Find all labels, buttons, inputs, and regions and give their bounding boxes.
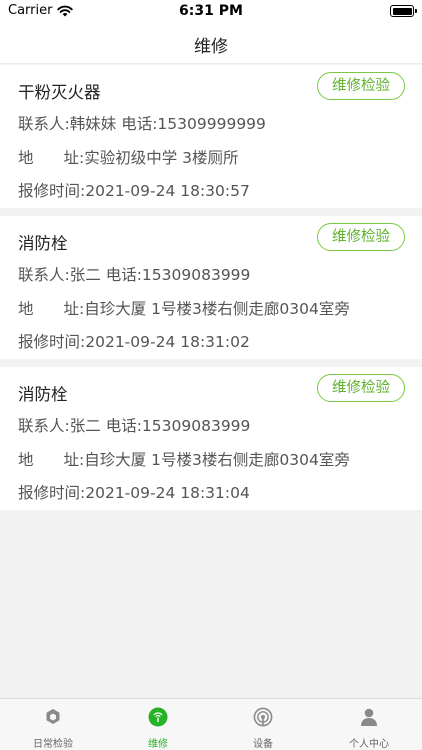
contact-label: 联系人: <box>18 115 70 133</box>
repair-inspect-button[interactable]: 维修检验 <box>317 223 405 251</box>
report-time-label: 报修时间: <box>18 182 86 200</box>
report-time-line: 报修时间:2021-09-24 18:30:57 <box>18 179 250 201</box>
contact-name: 张二 <box>69 266 101 284</box>
address-value: 实验初级中学 3楼厕所 <box>84 149 239 167</box>
nav-bar: 维修 <box>0 22 422 64</box>
page-title: 维修 <box>194 37 228 57</box>
repair-card[interactable]: 消防栓 维修检验 联系人:张二 电话:15309083999 地 址:自珍大厦 1… <box>0 216 422 359</box>
address-label-a: 地 <box>18 149 34 167</box>
repair-inspect-button[interactable]: 维修检验 <box>317 72 405 100</box>
equipment-name: 消防栓 <box>18 234 68 253</box>
report-time-line: 报修时间:2021-09-24 18:31:04 <box>18 481 250 503</box>
shield-hexagon-icon <box>46 709 60 724</box>
repair-card[interactable]: 干粉灭火器 维修检验 联系人:韩妹妹 电话:15309999999 地 址:实验初… <box>0 65 422 208</box>
clock: 6:31 PM <box>179 3 243 19</box>
address-value: 自珍大厦 1号楼3楼右侧走廊0304室旁 <box>84 451 350 469</box>
phone-number: 15309999999 <box>157 115 266 133</box>
phone-label: 电话: <box>121 115 158 133</box>
report-time-line: 报修时间:2021-09-24 18:31:02 <box>18 330 250 352</box>
address-label-b: 址: <box>63 300 85 318</box>
address-line: 地 址:自珍大厦 1号楼3楼右侧走廊0304室旁 <box>18 297 350 319</box>
tab-label: 个人中心 <box>349 739 389 750</box>
contact-label: 联系人: <box>18 417 70 435</box>
tab-label: 维修 <box>148 739 168 750</box>
address-line: 地 址:实验初级中学 3楼厕所 <box>18 146 239 168</box>
phone-number: 15309083999 <box>141 417 251 435</box>
report-time-label: 报修时间: <box>18 333 86 351</box>
contact-name: 韩妹妹 <box>69 115 117 133</box>
tab-repair[interactable]: 维修 <box>105 699 211 750</box>
report-time-value: 2021-09-24 18:30:57 <box>85 182 250 200</box>
address-value: 自珍大厦 1号楼3楼右侧走廊0304室旁 <box>84 300 350 318</box>
address-label-b: 址: <box>63 149 85 167</box>
battery-icon <box>390 5 417 17</box>
tab-devices[interactable]: 设备 <box>210 699 316 750</box>
status-bar: Carrier 6:31 PM <box>0 0 422 22</box>
phone-number: 15309083999 <box>141 266 251 284</box>
tab-bar: 日常检验 维修 设备 个人中心 <box>0 698 422 750</box>
report-time-label: 报修时间: <box>18 484 86 502</box>
address-label-a: 地 <box>18 451 34 469</box>
address-line: 地 址:自珍大厦 1号楼3楼右侧走廊0304室旁 <box>18 448 350 470</box>
tab-label: 设备 <box>253 739 273 750</box>
repair-circle-icon <box>148 707 168 727</box>
contact-line: 联系人:张二 电话:15309083999 <box>18 414 250 436</box>
equipment-name: 干粉灭火器 <box>18 83 101 102</box>
device-signal-icon <box>253 707 273 727</box>
contact-label: 联系人: <box>18 266 70 284</box>
address-label-b: 址: <box>63 451 85 469</box>
contact-line: 联系人:张二 电话:15309083999 <box>18 263 250 285</box>
person-icon <box>361 708 377 726</box>
tab-daily-inspection[interactable]: 日常检验 <box>0 699 106 750</box>
repair-card[interactable]: 消防栓 维修检验 联系人:张二 电话:15309083999 地 址:自珍大厦 1… <box>0 367 422 510</box>
report-time-value: 2021-09-24 18:31:04 <box>85 484 250 502</box>
equipment-name: 消防栓 <box>18 385 68 404</box>
contact-name: 张二 <box>69 417 101 435</box>
tab-label: 日常检验 <box>33 739 73 750</box>
contact-line: 联系人:韩妹妹 电话:15309999999 <box>18 112 266 134</box>
phone-label: 电话: <box>105 266 142 284</box>
repair-inspect-button[interactable]: 维修检验 <box>317 374 405 402</box>
report-time-value: 2021-09-24 18:31:02 <box>85 333 250 351</box>
tab-profile[interactable]: 个人中心 <box>316 699 422 750</box>
address-label-a: 地 <box>18 300 34 318</box>
phone-label: 电话: <box>105 417 142 435</box>
